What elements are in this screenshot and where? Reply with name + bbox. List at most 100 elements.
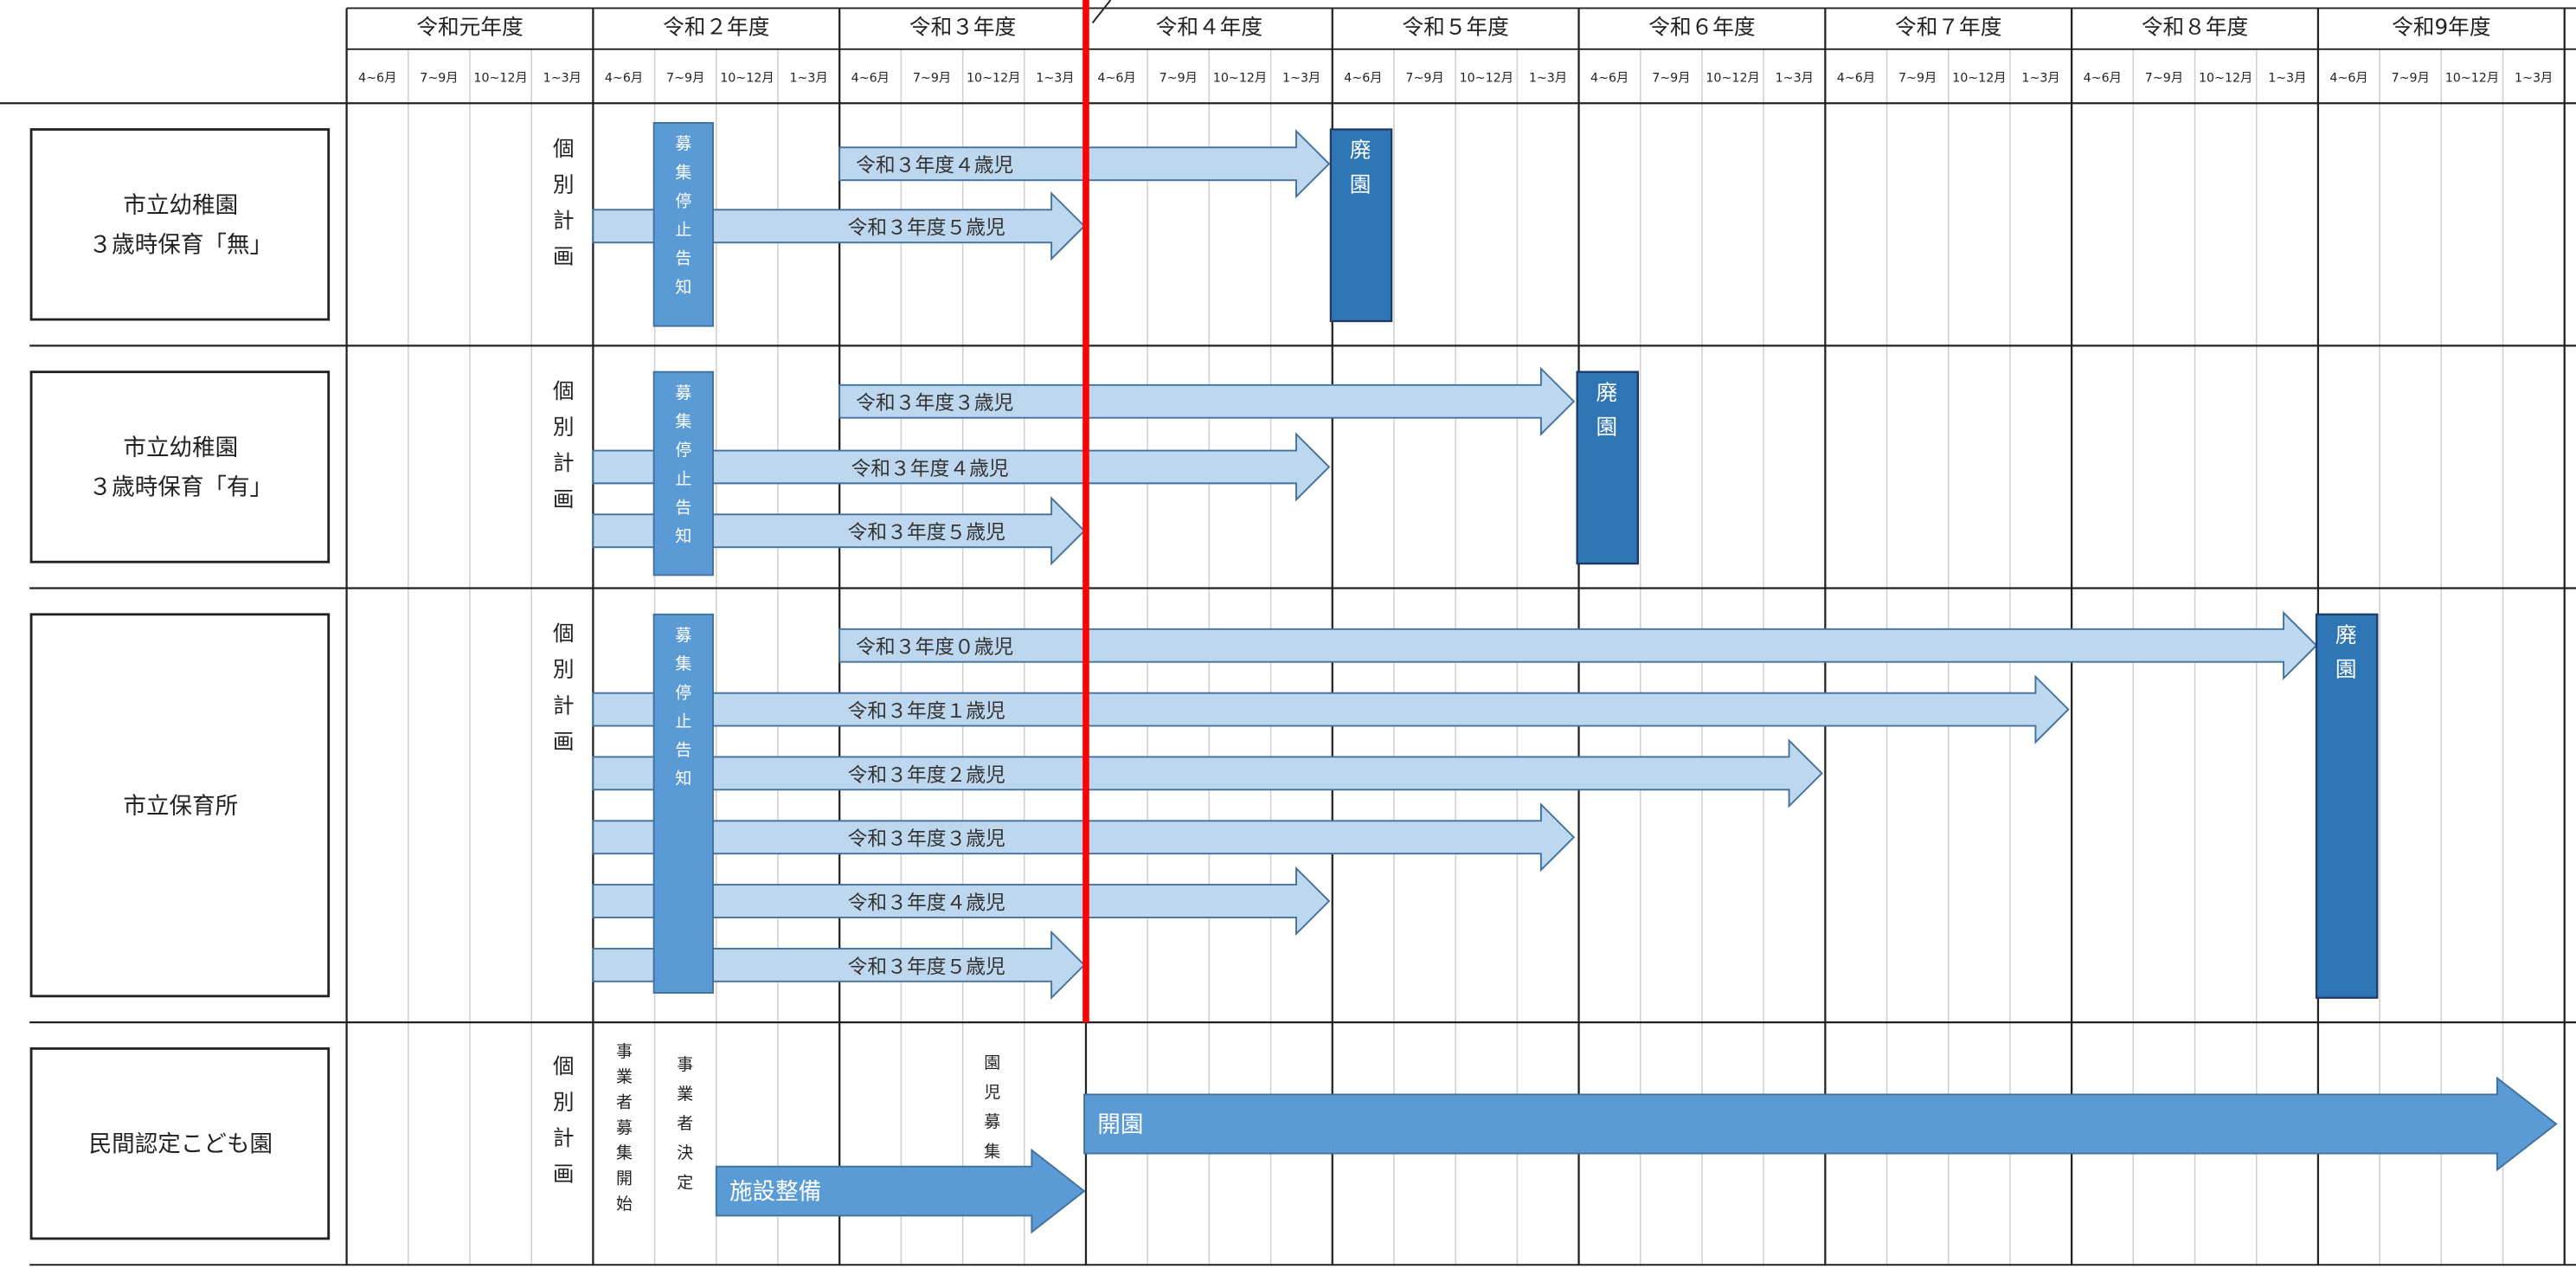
quarter-label: 1~3月 xyxy=(1036,72,1074,86)
operator-recruit-text: 業 xyxy=(616,1067,633,1086)
year-header: 令和9年度 xyxy=(2392,15,2490,40)
operator-recruit-text: 事 xyxy=(616,1042,633,1061)
year-header: 令和７年度 xyxy=(1895,15,2001,40)
opening-arrow-label: 開園 xyxy=(1097,1111,1143,1138)
quarter-label: 4~6月 xyxy=(1344,72,1382,86)
quarter-label: 1~3月 xyxy=(2021,72,2059,86)
row-label: 市立幼稚園 xyxy=(123,192,238,219)
recruit-stop-notice-text: 停 xyxy=(675,192,691,211)
operator-decided-text: 決 xyxy=(677,1143,693,1162)
recruit-stop-notice-text: 停 xyxy=(675,441,691,460)
arrow-r3-age4-label: 令和３年度４歳児 xyxy=(851,458,1008,480)
closure-text: 園 xyxy=(1350,171,1372,196)
quarter-label: 10~12月 xyxy=(2445,72,2499,86)
year-header: 令和元年度 xyxy=(416,15,523,40)
year-header: 令和５年度 xyxy=(1402,15,1508,40)
individual-plan-text: 画 xyxy=(553,1162,575,1187)
school-plan-timeline: 令和元年度 4~6月 7~9月 10~12月 1~3月 令和２年度 4~6月 7~9月 10~1… xyxy=(0,0,2576,1268)
arrow-r3-age5-label: 令和３年度５歳児 xyxy=(848,522,1005,544)
quarter-label: 4~6月 xyxy=(2329,72,2367,86)
operator-recruit-text: 開 xyxy=(616,1169,633,1188)
recruit-stop-notice-text: 知 xyxy=(675,527,691,546)
row-label-box xyxy=(29,370,331,563)
closure-text: 廃 xyxy=(1350,138,1372,163)
year-header: 令和８年度 xyxy=(2142,15,2248,40)
quarter-label: 10~12月 xyxy=(1213,72,1267,86)
individual-plan-text: 計 xyxy=(553,692,575,718)
quarter-label: 4~6月 xyxy=(1590,72,1628,86)
arrow-r3-age4-label: 令和３年度４歳児 xyxy=(848,892,1005,915)
individual-plan-text: 画 xyxy=(553,486,575,512)
recruit-stop-notice-text: 告 xyxy=(675,498,691,517)
recruit-stop-notice-text: 知 xyxy=(675,770,691,789)
quarter-label: 10~12月 xyxy=(473,72,527,86)
individual-plan-text: 別 xyxy=(553,657,575,682)
closure-text: 廃 xyxy=(2335,622,2357,647)
recruit-stop-notice-text: 募 xyxy=(675,383,691,402)
operator-decided-text: 定 xyxy=(677,1173,693,1192)
recruit-stop-notice-text: 止 xyxy=(675,712,691,731)
quarter-label: 10~12月 xyxy=(720,72,774,86)
arrow-r3-age4-label: 令和３年度４歳児 xyxy=(856,155,1013,177)
quarter-label: 7~9月 xyxy=(2392,72,2430,86)
quarter-label: 4~6月 xyxy=(2084,72,2122,86)
recruit-stop-notice-text: 告 xyxy=(675,741,691,760)
quarter-label: 10~12月 xyxy=(1460,72,1513,86)
quarter-label: 4~6月 xyxy=(605,72,643,86)
recruit-stop-notice-text: 集 xyxy=(675,654,691,673)
arrow-r3-age1-label: 令和３年度１歳児 xyxy=(848,700,1005,723)
child-recruit-text: 募 xyxy=(984,1112,1000,1131)
individual-plan-text: 画 xyxy=(553,729,575,754)
row-label: 市立保育所 xyxy=(123,793,238,820)
individual-plan-text: 別 xyxy=(553,415,575,440)
quarter-label: 1~3月 xyxy=(2515,72,2553,86)
recruit-stop-notice-text: 知 xyxy=(675,278,691,297)
year-header: 令和３年度 xyxy=(909,15,1016,40)
individual-plan-text: 計 xyxy=(553,1125,575,1150)
individual-plan-text: 別 xyxy=(553,1089,575,1114)
quarter-label: 4~6月 xyxy=(1837,72,1875,86)
quarter-label: 7~9月 xyxy=(1160,72,1198,86)
quarter-label: 7~9月 xyxy=(420,72,458,86)
recruit-stop-notice-text: 止 xyxy=(675,221,691,240)
recruit-stop-notice-text: 募 xyxy=(675,626,691,645)
arrow-r3-age1 xyxy=(592,674,2070,744)
child-recruit-text: 児 xyxy=(984,1083,1000,1102)
arrow-r3-age2-label: 令和３年度２歳児 xyxy=(848,764,1005,787)
arrow-r3-age5-label: 令和３年度５歳児 xyxy=(848,956,1005,978)
operator-decided-text: 事 xyxy=(677,1055,693,1074)
quarter-label: 10~12月 xyxy=(1952,72,2006,86)
recruit-stop-notice-text: 募 xyxy=(675,134,691,153)
operator-recruit-text: 者 xyxy=(616,1093,633,1112)
quarter-label: 7~9月 xyxy=(2145,72,2183,86)
recruit-stop-notice-text: 止 xyxy=(675,469,691,488)
individual-plan-text: 個 xyxy=(553,136,575,161)
row-label: ３歳時保育「無」 xyxy=(89,232,273,259)
operator-recruit-text: 始 xyxy=(616,1195,633,1214)
recruit-stop-notice-text: 告 xyxy=(675,249,691,268)
quarter-label: 7~9月 xyxy=(913,72,951,86)
opening-arrow xyxy=(1083,1076,2558,1172)
child-recruit-text: 集 xyxy=(984,1142,1000,1161)
row-label: ３歳時保育「有」 xyxy=(89,474,273,501)
quarter-label: 10~12月 xyxy=(967,72,1020,86)
individual-plan-text: 個 xyxy=(553,378,575,403)
quarter-label: 7~9月 xyxy=(1652,72,1690,86)
closure-text: 廃 xyxy=(1596,380,1617,405)
quarter-label: 1~3月 xyxy=(2268,72,2306,86)
individual-plan-text: 個 xyxy=(553,621,575,646)
year-header: 令和４年度 xyxy=(1156,15,1262,40)
recruit-stop-notice-text: 停 xyxy=(675,683,691,702)
quarter-label: 10~12月 xyxy=(2199,72,2252,86)
timeline-diagram: 令和元年度 4~6月 7~9月 10~12月 1~3月 令和２年度 4~6月 7~9月 10~1… xyxy=(0,0,2576,1266)
operator-decided-text: 業 xyxy=(677,1085,693,1104)
child-recruit-text: 園 xyxy=(984,1053,1000,1072)
quarter-label: 7~9月 xyxy=(1898,72,1937,86)
quarter-label: 4~6月 xyxy=(851,72,890,86)
quarter-label: 10~12月 xyxy=(1706,72,1759,86)
timeline-stage: 令和元年度 4~6月 7~9月 10~12月 1~3月 令和２年度 4~6月 7~9月 10~1… xyxy=(0,0,2576,1268)
quarter-label: 4~6月 xyxy=(358,72,396,86)
quarter-label: 1~3月 xyxy=(1776,72,1814,86)
arrow-r3-age5-label: 令和３年度５歳児 xyxy=(848,217,1005,240)
operator-recruit-text: 募 xyxy=(616,1118,633,1137)
